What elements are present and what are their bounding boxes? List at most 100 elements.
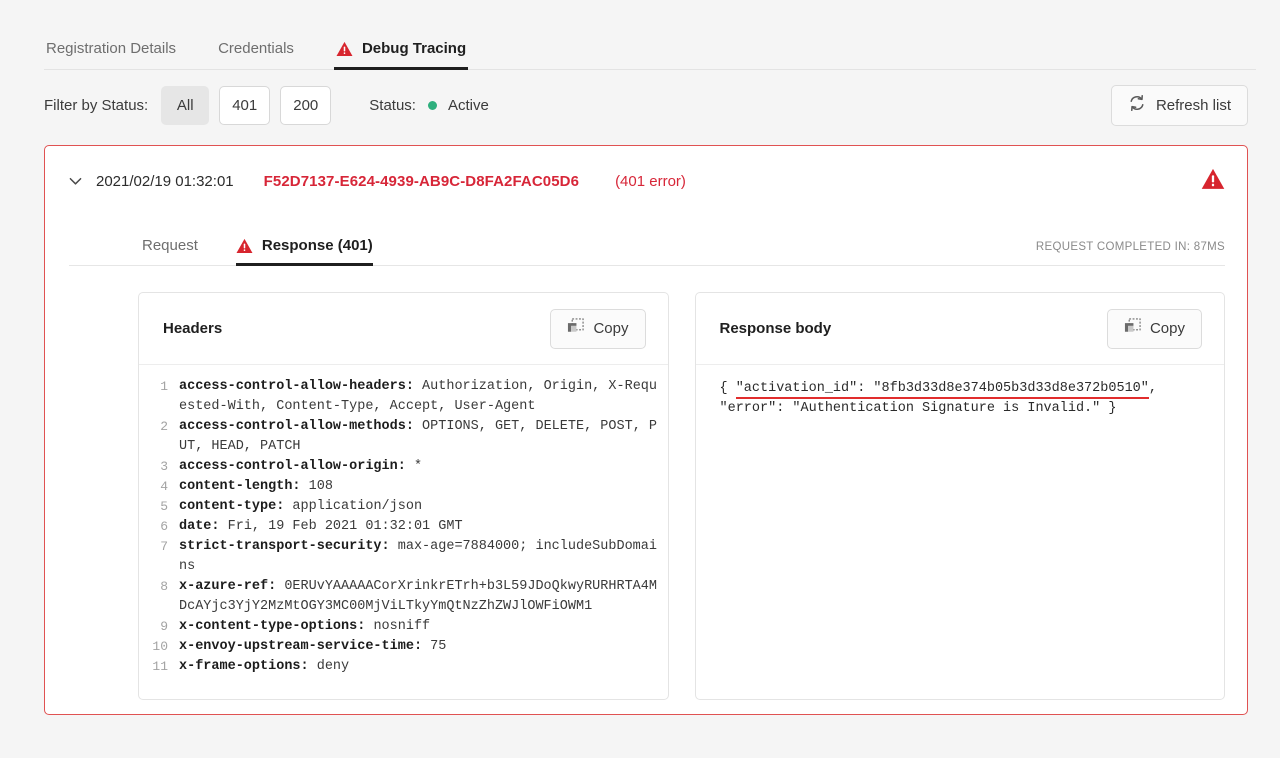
main-tabbar: Registration Details Credentials Debug T… [0, 0, 1280, 70]
filter-chip-200[interactable]: 200 [280, 86, 331, 125]
trace-inner-tabbar: Request Response (401) REQUEST COMPLETED… [69, 224, 1225, 266]
header-name: content-length: [179, 479, 301, 494]
header-line-text: content-type: application/json [179, 497, 658, 517]
response-body-pane-body[interactable]: { "activation_id": "8fb3d33d8e374b05b3d3… [696, 365, 1225, 699]
copy-label: Copy [593, 320, 628, 337]
trace-card: 2021/02/19 01:32:01 F52D7137-E624-4939-A… [44, 145, 1248, 715]
response-body-code: { "activation_id": "8fb3d33d8e374b05b3d3… [706, 377, 1215, 419]
status-indicator: Status: Active [369, 97, 489, 114]
header-line-number: 11 [149, 657, 179, 677]
header-line-text: access-control-allow-origin: * [179, 457, 658, 477]
trace-error-label: (401 error) [615, 173, 686, 190]
refresh-list-label: Refresh list [1156, 97, 1231, 114]
copy-headers-button[interactable]: Copy [550, 309, 645, 349]
header-name: strict-transport-security: [179, 539, 390, 554]
header-line-text: access-control-allow-headers: Authorizat… [179, 377, 658, 417]
response-body-activation-id: "activation_id": "8fb3d33d8e374b05b3d33d… [736, 381, 1149, 399]
header-value: deny [309, 659, 350, 674]
header-line-number: 5 [149, 497, 179, 517]
header-value: Fri, 19 Feb 2021 01:32:01 GMT [220, 519, 463, 534]
header-name: access-control-allow-headers: [179, 379, 414, 394]
header-line: 7strict-transport-security: max-age=7884… [149, 537, 658, 577]
header-name: x-content-type-options: [179, 619, 365, 634]
refresh-list-button[interactable]: Refresh list [1111, 85, 1248, 126]
header-name: x-frame-options: [179, 659, 309, 674]
header-line: 9x-content-type-options: nosniff [149, 617, 658, 637]
header-line-number: 3 [149, 457, 179, 477]
warning-triangle-icon [236, 238, 253, 254]
trace-timestamp: 2021/02/19 01:32:01 [96, 173, 234, 190]
header-name: x-azure-ref: [179, 579, 276, 594]
header-line: 8x-azure-ref: 0ERUvYAAAAACorXrinkrETrh+b… [149, 577, 658, 617]
header-line-number: 7 [149, 537, 179, 577]
copy-response-body-button[interactable]: Copy [1107, 309, 1202, 349]
header-line: 11x-frame-options: deny [149, 657, 658, 677]
headers-code-block: 1access-control-allow-headers: Authoriza… [149, 377, 658, 677]
header-line-text: x-azure-ref: 0ERUvYAAAAACorXrinkrETrh+b3… [179, 577, 658, 617]
header-line-text: x-envoy-upstream-service-time: 75 [179, 637, 658, 657]
header-line: 3access-control-allow-origin: * [149, 457, 658, 477]
header-line-text: strict-transport-security: max-age=78840… [179, 537, 658, 577]
header-line-number: 2 [149, 417, 179, 457]
tab-label: Request [142, 237, 198, 254]
header-name: x-envoy-upstream-service-time: [179, 639, 422, 654]
tab-request[interactable]: Request [142, 237, 198, 266]
copy-icon [1124, 318, 1141, 339]
tab-label: Registration Details [46, 40, 176, 57]
header-line-number: 1 [149, 377, 179, 417]
tab-debug-tracing[interactable]: Debug Tracing [334, 40, 468, 70]
header-line-number: 4 [149, 477, 179, 497]
status-dot-icon [428, 101, 437, 110]
header-line-text: x-frame-options: deny [179, 657, 658, 677]
header-line: 10x-envoy-upstream-service-time: 75 [149, 637, 658, 657]
status-label: Status: [369, 97, 416, 114]
header-name: access-control-allow-origin: [179, 459, 406, 474]
header-line: 6date: Fri, 19 Feb 2021 01:32:01 GMT [149, 517, 658, 537]
status-value: Active [448, 97, 489, 114]
header-value: nosniff [365, 619, 430, 634]
tab-credentials[interactable]: Credentials [216, 40, 296, 70]
header-line: 4content-length: 108 [149, 477, 658, 497]
filter-chip-all[interactable]: All [161, 86, 209, 125]
header-line-number: 10 [149, 637, 179, 657]
filter-chip-401[interactable]: 401 [219, 86, 270, 125]
tab-registration-details[interactable]: Registration Details [44, 40, 178, 70]
header-line: 2access-control-allow-methods: OPTIONS, … [149, 417, 658, 457]
filter-by-status-label: Filter by Status: [44, 97, 148, 114]
headers-pane-header: Headers Copy [139, 293, 668, 365]
header-name: access-control-allow-methods: [179, 419, 414, 434]
header-line-number: 6 [149, 517, 179, 537]
header-line-text: x-content-type-options: nosniff [179, 617, 658, 637]
header-line: 5content-type: application/json [149, 497, 658, 517]
tab-label: Credentials [218, 40, 294, 57]
header-line-number: 9 [149, 617, 179, 637]
header-line-text: content-length: 108 [179, 477, 658, 497]
tab-label: Response (401) [262, 237, 373, 254]
header-name: date: [179, 519, 220, 534]
request-duration-label: REQUEST COMPLETED IN: 87MS [1036, 241, 1225, 266]
header-line-text: date: Fri, 19 Feb 2021 01:32:01 GMT [179, 517, 658, 537]
header-line-text: access-control-allow-methods: OPTIONS, G… [179, 417, 658, 457]
header-line: 1access-control-allow-headers: Authoriza… [149, 377, 658, 417]
response-body-pane: Response body Copy { "activation_id": "8… [695, 292, 1226, 700]
trace-header-row[interactable]: 2021/02/19 01:32:01 F52D7137-E624-4939-A… [45, 146, 1247, 194]
warning-triangle-icon [1201, 168, 1225, 194]
copy-icon [567, 318, 584, 339]
response-panes: Headers Copy 1access-control-allow-heade… [45, 266, 1247, 700]
response-body-pane-header: Response body Copy [696, 293, 1225, 365]
header-name: content-type: [179, 499, 284, 514]
headers-pane-body[interactable]: 1access-control-allow-headers: Authoriza… [139, 365, 668, 699]
refresh-icon [1128, 94, 1146, 116]
trace-id[interactable]: F52D7137-E624-4939-AB9C-D8FA2FAC05D6 [264, 173, 579, 190]
headers-pane-title: Headers [163, 320, 222, 337]
header-value: * [406, 459, 422, 474]
copy-label: Copy [1150, 320, 1185, 337]
header-line-number: 8 [149, 577, 179, 617]
warning-triangle-icon [336, 41, 353, 57]
chevron-down-icon[interactable] [69, 175, 82, 188]
tab-response[interactable]: Response (401) [236, 237, 373, 266]
response-body-prefix: { [720, 381, 736, 396]
headers-pane: Headers Copy 1access-control-allow-heade… [138, 292, 669, 700]
filter-bar: Filter by Status: All 401 200 Status: Ac… [0, 70, 1280, 140]
header-value: 108 [301, 479, 333, 494]
